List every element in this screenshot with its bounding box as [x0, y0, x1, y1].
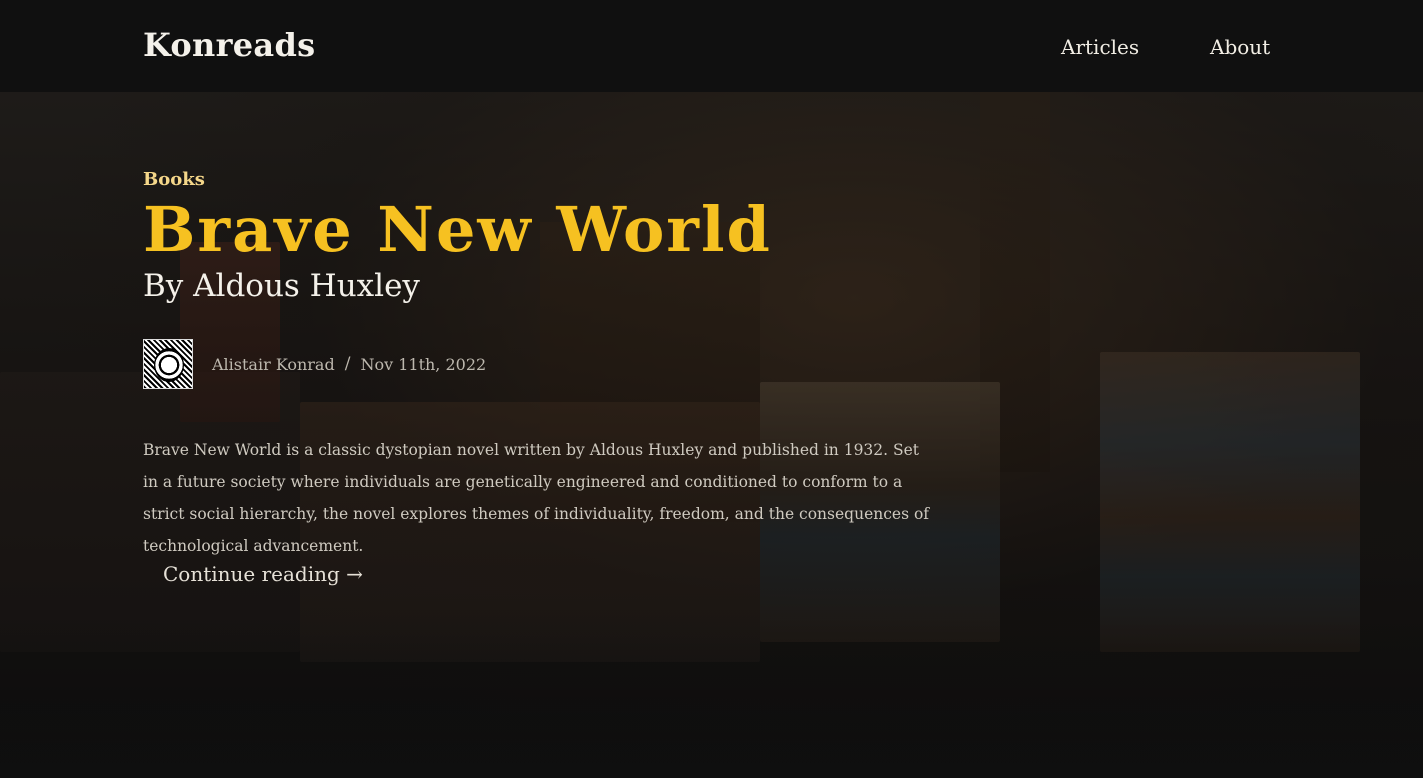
author-name: Alistair Konrad — [212, 354, 335, 374]
post-date: Nov 11th, 2022 — [360, 354, 487, 374]
post-category-link[interactable]: Books — [143, 169, 205, 190]
nav-link-about[interactable]: About — [1210, 35, 1270, 59]
post-subtitle: By Aldous Huxley — [143, 268, 420, 304]
continue-reading-link[interactable]: Continue reading → — [163, 562, 363, 586]
featured-post-hero: Books Brave New World By Aldous Huxley A… — [0, 92, 1423, 778]
top-navbar: Konreads Articles About — [0, 0, 1423, 92]
post-meta: Alistair Konrad / Nov 11th, 2022 — [143, 339, 486, 389]
post-excerpt: Brave New World is a classic dystopian n… — [143, 441, 930, 555]
nav-link-articles[interactable]: Articles — [1061, 35, 1139, 59]
brand-logo-link[interactable]: Konreads — [143, 26, 315, 64]
meta-separator: / — [344, 354, 351, 374]
author-avatar — [143, 339, 193, 389]
post-title: Brave New World — [143, 193, 772, 266]
